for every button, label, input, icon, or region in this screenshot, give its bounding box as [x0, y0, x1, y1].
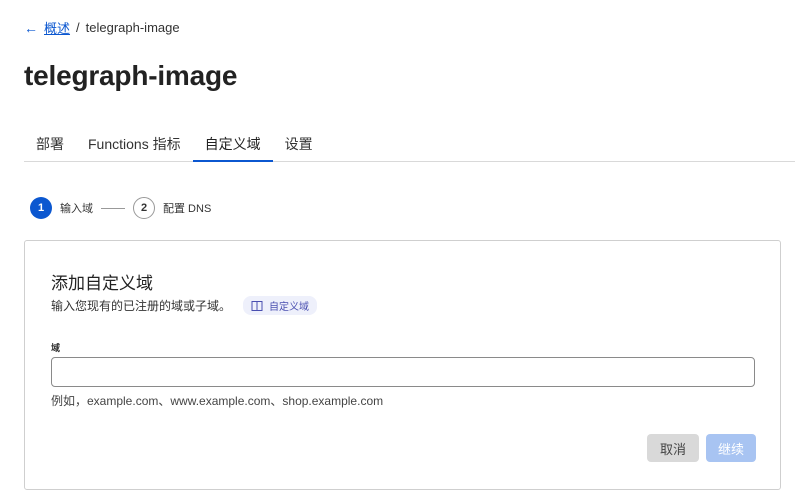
step-1-indicator: 1: [30, 197, 52, 219]
cancel-button[interactable]: 取消: [647, 434, 699, 462]
step-2-label: 配置 DNS: [163, 203, 212, 215]
arrow-left-icon[interactable]: ←: [24, 21, 38, 35]
domain-input[interactable]: [51, 357, 755, 387]
card-description: 输入您现有的已注册的域或子域。 自定义域: [51, 296, 318, 315]
step-1-label: 输入域: [60, 203, 93, 215]
card-title: 添加自定义域: [51, 274, 153, 293]
breadcrumb-overview-link[interactable]: 概述: [44, 18, 70, 37]
tab-custom-domains[interactable]: 自定义域: [192, 124, 273, 162]
tab-settings[interactable]: 设置: [273, 124, 325, 162]
breadcrumb-current: telegraph-image: [85, 20, 180, 35]
domain-field-label: 域: [51, 343, 61, 353]
domain-field-hint: 例如，example.com、www.example.com、shop.exam…: [51, 394, 384, 408]
add-domain-card: 添加自定义域 输入您现有的已注册的域或子域。 自定义域 域 例如，example…: [24, 240, 781, 490]
card-description-text: 输入您现有的已注册的域或子域。: [51, 299, 232, 313]
tab-functions-metrics[interactable]: Functions 指标: [76, 124, 193, 162]
continue-button[interactable]: 继续: [706, 434, 756, 462]
custom-domain-docs-badge[interactable]: 自定义域: [243, 296, 318, 315]
tab-deployments[interactable]: 部署: [24, 124, 76, 162]
stepper: 1 输入域 2 配置 DNS: [30, 197, 211, 219]
breadcrumb: ← 概述 / telegraph-image: [24, 18, 180, 37]
page-title: telegraph-image: [24, 60, 238, 91]
breadcrumb-separator: /: [76, 20, 80, 35]
doc-badge-label: 自定义域: [269, 302, 310, 313]
book-icon: [251, 300, 263, 311]
step-2-indicator: 2: [133, 197, 155, 219]
tab-bar: 部署 Functions 指标 自定义域 设置: [24, 124, 795, 162]
step-connector: [101, 207, 125, 209]
